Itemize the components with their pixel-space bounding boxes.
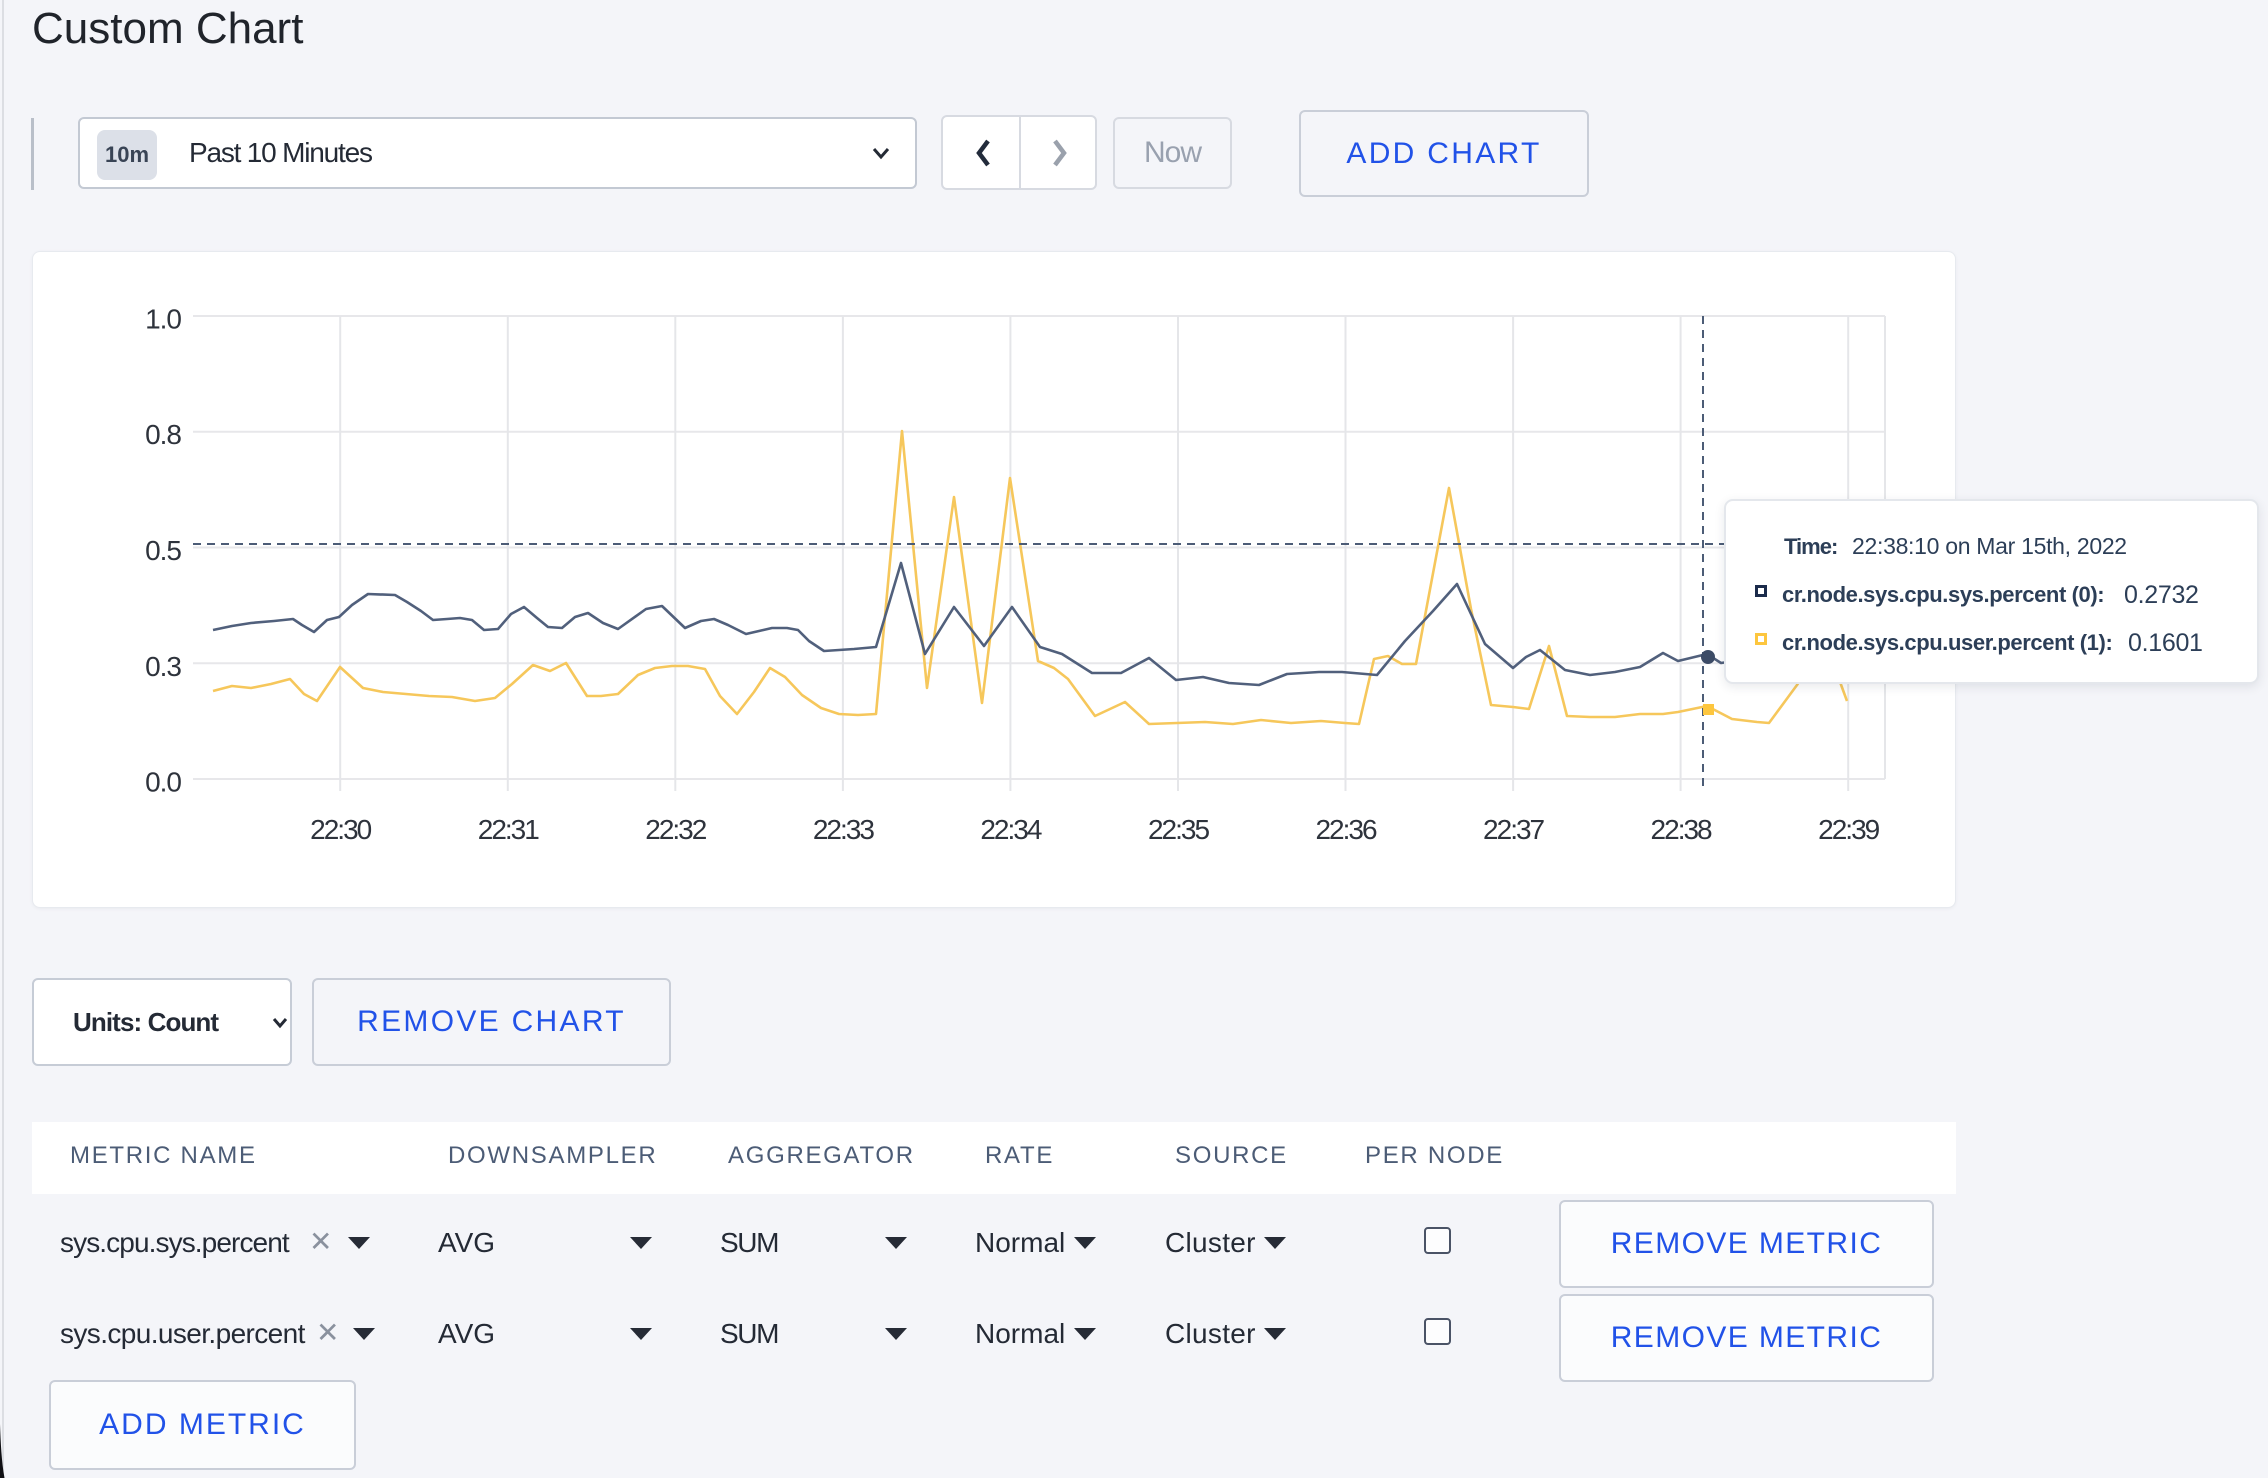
- svg-text:22:34: 22:34: [980, 814, 1041, 845]
- svg-text:0.0: 0.0: [145, 767, 181, 798]
- svg-text:0.5: 0.5: [145, 535, 181, 566]
- svg-text:22:30: 22:30: [310, 814, 371, 845]
- svg-text:22:31: 22:31: [478, 814, 539, 845]
- svg-text:22:35: 22:35: [1148, 814, 1209, 845]
- svg-text:22:37: 22:37: [1483, 814, 1544, 845]
- svg-text:0.8: 0.8: [145, 419, 181, 450]
- svg-text:0.3: 0.3: [145, 651, 181, 682]
- svg-text:22:38: 22:38: [1651, 814, 1712, 845]
- svg-text:22:32: 22:32: [645, 814, 706, 845]
- svg-text:22:33: 22:33: [813, 814, 874, 845]
- svg-text:22:36: 22:36: [1315, 814, 1376, 845]
- svg-text:1.0: 1.0: [145, 304, 181, 335]
- svg-text:22:39: 22:39: [1818, 814, 1879, 845]
